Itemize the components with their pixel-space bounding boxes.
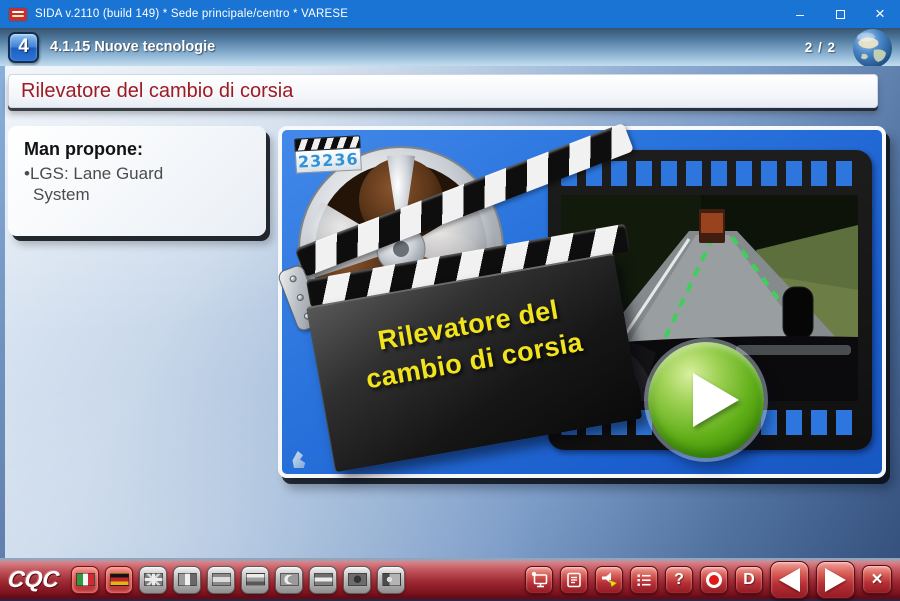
previous-page-button[interactable]: [770, 561, 809, 599]
note-card: Man propone: •LGS: Lane Guard System: [8, 126, 266, 236]
index-button[interactable]: [630, 566, 658, 594]
cqc-logo: CQC: [7, 566, 61, 593]
play-icon: [693, 373, 739, 427]
portugal-flag-icon: [382, 573, 401, 586]
record-button[interactable]: [700, 566, 728, 594]
turkey-flag-icon: [280, 573, 299, 586]
germany-flag-icon: [110, 573, 129, 586]
clip-id-badge: 23236: [294, 135, 362, 173]
lesson-header: 4 4.1.15 Nuove tecnologie 2 / 2: [0, 28, 900, 66]
play-button[interactable]: [648, 342, 764, 458]
document-icon: [565, 571, 583, 589]
flag-france-button[interactable]: [173, 566, 201, 594]
help-button[interactable]: ?: [665, 566, 693, 594]
flag-netherlands-button[interactable]: [309, 566, 337, 594]
audio-icon: [600, 570, 619, 589]
next-page-button[interactable]: [816, 561, 855, 599]
lesson-title: 4.1.15 Nuove tecnologie: [50, 39, 215, 55]
app-icon: [9, 8, 27, 21]
watermark-logo: [291, 451, 306, 468]
italy-flag-icon: [76, 573, 95, 586]
titlebar: SIDA v.2110 (build 149) * Sede principal…: [0, 0, 900, 28]
record-icon: [706, 572, 722, 588]
russia-flag-icon: [246, 573, 265, 586]
chapter-d-icon: D: [743, 571, 755, 589]
exit-button[interactable]: ×: [862, 565, 892, 594]
france-flag-icon: [178, 573, 197, 586]
minimize-button[interactable]: –: [780, 0, 820, 28]
minimize-icon: –: [796, 9, 804, 19]
window-title: SIDA v.2110 (build 149) * Sede principal…: [35, 8, 348, 20]
maximize-icon: [836, 10, 845, 19]
flag-albania-button[interactable]: [343, 566, 371, 594]
video-thumbnail[interactable]: Rilevatore del cambio di corsia 23236: [278, 126, 886, 478]
screen-cast-button[interactable]: [525, 566, 553, 594]
flag-italy-button[interactable]: [71, 566, 99, 594]
spain-flag-icon: [212, 573, 231, 586]
flag-portugal-button[interactable]: [377, 566, 405, 594]
help-icon: ?: [674, 571, 684, 589]
note-bullet: •LGS: Lane Guard System: [24, 164, 186, 205]
albania-flag-icon: [348, 573, 367, 586]
previous-icon: [779, 568, 800, 592]
chapter-badge: 4: [8, 32, 39, 63]
netherlands-flag-icon: [314, 573, 333, 586]
audio-button[interactable]: [595, 566, 623, 594]
chapter-list-icon: [635, 571, 653, 589]
screen-cast-icon: [530, 570, 549, 589]
close-icon: ×: [875, 4, 885, 24]
flag-united-kingdom-button[interactable]: [139, 566, 167, 594]
slide-content: Rilevatore del cambio di corsia Man prop…: [0, 66, 900, 558]
flag-russia-button[interactable]: [241, 566, 269, 594]
maximize-button[interactable]: [820, 0, 860, 28]
next-icon: [825, 568, 846, 592]
exit-icon: ×: [871, 570, 882, 589]
globe-icon: [852, 28, 893, 69]
clip-id: 23236: [295, 148, 362, 173]
film-sprocket-holes-top: [561, 161, 859, 186]
toolbar: CQC: [0, 558, 900, 601]
united-kingdom-flag-icon: [144, 573, 163, 586]
flag-turkey-button[interactable]: [275, 566, 303, 594]
page-title-bar: Rilevatore del cambio di corsia: [8, 74, 878, 108]
page-title: Rilevatore del cambio di corsia: [9, 75, 877, 107]
close-window-button[interactable]: ×: [860, 0, 900, 28]
notes-button[interactable]: [560, 566, 588, 594]
flag-germany-button[interactable]: [105, 566, 133, 594]
note-title: Man propone:: [24, 139, 254, 160]
sida-window: SIDA v.2110 (build 149) * Sede principal…: [0, 0, 900, 601]
page-counter: 2 / 2: [805, 40, 836, 55]
chapter-d-button[interactable]: D: [735, 566, 763, 594]
flag-spain-button[interactable]: [207, 566, 235, 594]
